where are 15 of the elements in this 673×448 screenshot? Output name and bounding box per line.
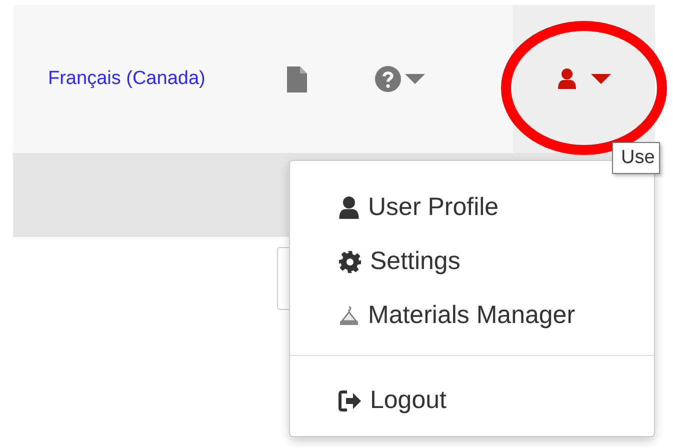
gear-icon <box>338 250 362 274</box>
menu-item[interactable]: Materials Manager <box>290 289 654 343</box>
person-icon <box>338 196 360 220</box>
document-icon[interactable] <box>287 66 308 92</box>
caret-icon <box>591 74 611 84</box>
logout-icon <box>338 390 362 412</box>
help-icon[interactable] <box>375 66 402 92</box>
person-icon <box>557 68 577 90</box>
language-link[interactable]: Français (Canada) <box>48 64 206 94</box>
menu-item[interactable]: Settings <box>290 235 654 289</box>
menu-item[interactable]: Logout <box>290 374 654 428</box>
tooltip: Use <box>612 142 660 174</box>
caret-icon[interactable] <box>405 74 426 84</box>
menu-item[interactable]: User Profile <box>290 181 654 235</box>
scale-icon <box>338 305 360 327</box>
